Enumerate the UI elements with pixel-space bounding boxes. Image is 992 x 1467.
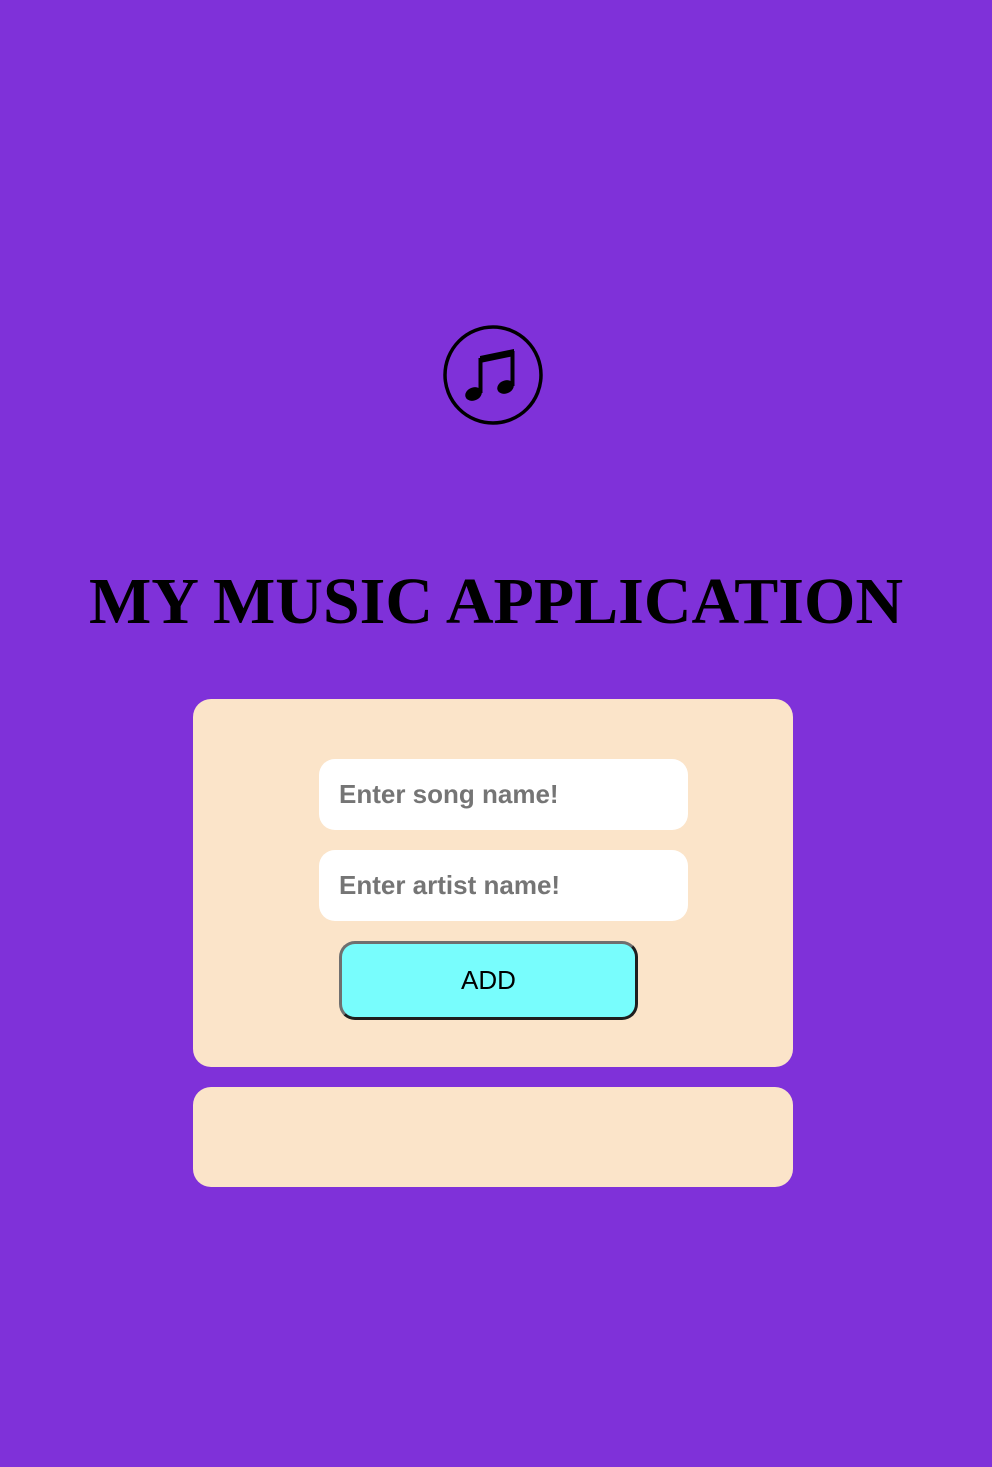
artist-name-input[interactable] <box>319 850 688 921</box>
song-name-input[interactable] <box>319 759 688 830</box>
song-list <box>193 1087 793 1187</box>
page-title: MY MUSIC APPLICATION <box>88 565 903 638</box>
add-song-card: ADD <box>193 699 793 1067</box>
music-note-icon <box>443 325 543 425</box>
add-button[interactable]: ADD <box>339 941 638 1020</box>
music-logo <box>443 325 543 425</box>
